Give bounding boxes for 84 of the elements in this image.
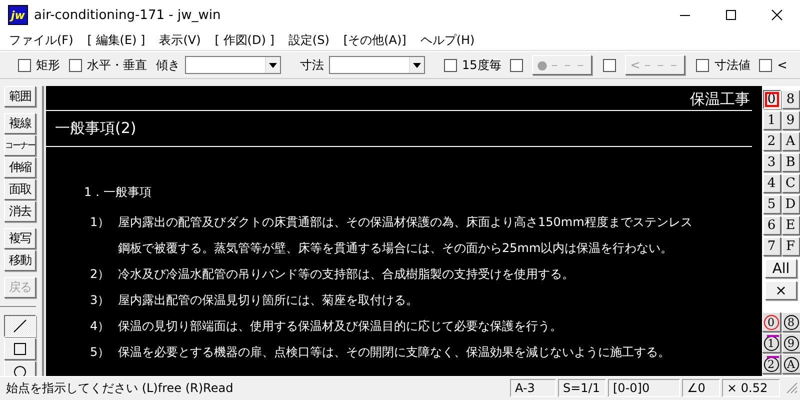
tool-button[interactable]: 複写 [4,228,36,249]
status-cell: × 0.52 [722,379,780,397]
status-cell: A-3 [510,379,556,397]
layer-button[interactable]: C [782,174,800,193]
checkbox-label: 矩形 [36,56,60,74]
drawing-title: 一般事項(2) [55,119,136,137]
status-cell: ∠0 [682,379,720,397]
section-heading: 1．一般事項 [84,185,152,199]
checkbox-label: < [777,58,788,72]
item-text: 保温の見切り部端面は、使用する保温材及び保温目的に応じて必要な保護を行う。 [118,318,562,335]
layer-button[interactable]: 1 [762,111,780,130]
square-icon [13,342,27,356]
layer-group-button[interactable]: 9 [782,333,800,353]
menu-item[interactable]: ヘルプ(H) [413,32,482,48]
item-number: 4） [90,319,110,333]
dropdown[interactable] [329,56,425,74]
checkbox[interactable] [603,58,616,72]
item-text: 保温を必要とする機器の扉、点検口等は、その開閉に支障なく、保温効果を減じないように施工する。 [118,344,670,361]
layer-button[interactable]: 7 [762,237,780,256]
item-text: 屋内露出配管の保温見切り箇所には、菊座を取付ける。 [118,292,418,309]
layer-button[interactable]: 8 [782,90,800,109]
field-label: 寸法 [300,56,324,74]
checkbox[interactable] [696,58,710,72]
layer-button[interactable]: 9 [782,111,800,130]
layer-button[interactable]: 4 [762,174,780,193]
layer-group-button[interactable]: 0 [762,312,780,332]
checkbox[interactable] [444,58,457,72]
layer-button[interactable]: B [782,153,800,172]
menu-item[interactable]: [その他(A)] [336,32,414,48]
app-logo: jw [8,5,28,25]
layer-group-button[interactable]: A [782,354,800,374]
layer-group-button[interactable]: 8 [782,312,800,332]
layer-button[interactable]: F [782,237,800,256]
menu-item[interactable]: [ 編集(E) ] [80,32,152,48]
tool-button[interactable]: 複線 [4,113,36,134]
item-text: 冷水及び冷温水配管の吊りバンド等の支持部は、合成樹脂製の支持受けを使用する。 [118,266,574,283]
checkbox[interactable] [69,58,82,72]
layer-group-button[interactable]: 1 [762,333,780,353]
item-number: 1） [90,215,110,229]
item-number: 2） [90,267,110,281]
status-cell: S=1/1 [558,379,606,397]
field-label: 傾き [156,56,180,74]
layer-group-button[interactable]: 2 [762,354,780,374]
window-title: air-conditioning-171 - jw_win [34,8,222,22]
tool-button[interactable]: コーナー [4,135,36,156]
layer-button[interactable]: A [782,132,800,151]
clear-layers-button[interactable]: × [765,281,797,300]
checkbox[interactable] [18,58,31,72]
layer-button[interactable]: 5 [762,195,780,214]
drawing-header: 保温工事 [690,90,750,108]
line-tool[interactable] [4,315,36,337]
layer-button[interactable]: 2 [762,132,780,151]
checkbox[interactable] [510,58,524,72]
rectangle-tool[interactable] [4,338,36,360]
tool-button[interactable]: 伸縮 [4,157,36,178]
line-icon [13,319,27,333]
menu-item[interactable]: [ 作図(D) ] [208,32,282,48]
dropdown[interactable] [185,56,281,74]
status-message: 始点を指示してください (L)free (R)Read [5,380,234,396]
tool-button[interactable]: 移動 [4,250,36,271]
status-cell: [0-0]0 [608,379,680,397]
item-number: 3） [90,293,110,307]
layer-button[interactable]: E [782,216,800,235]
tool-button[interactable]: 範囲 [4,86,36,107]
item-text: 屋内露出の配管及びダクトの床貫通部は、その保温材保護の為、床面より高さ150mm程度までステンレス 鋼板で被覆する。蒸気管等が壁、床等を貫通する場合には、その面から25mm以内は保温を行わない。 [118,214,692,257]
menu-item[interactable]: 表示(V) [152,32,208,48]
checkbox[interactable] [759,58,772,72]
checkbox-label: 15度毎 [462,56,502,74]
layer-button[interactable]: 6 [762,216,780,235]
caret-icon [269,62,277,68]
caret-icon [413,62,421,68]
menu-item[interactable]: 設定(S) [281,32,336,48]
layer-button[interactable]: D [782,195,800,214]
layer-button[interactable]: 3 [762,153,780,172]
checkbox-label: 水平・垂直 [87,56,147,74]
menu-item[interactable]: ファイル(F) [2,32,80,48]
close-icon[interactable] [771,9,783,21]
tool-button[interactable]: 面取 [4,179,36,200]
tool-button[interactable]: 消去 [4,201,36,222]
checkbox-label: 寸法値 [714,56,750,74]
all-layers-button[interactable]: All [765,259,797,278]
maximize-icon[interactable] [725,9,737,21]
item-number: 5） [90,345,110,359]
resize-grip-icon[interactable] [786,382,798,394]
